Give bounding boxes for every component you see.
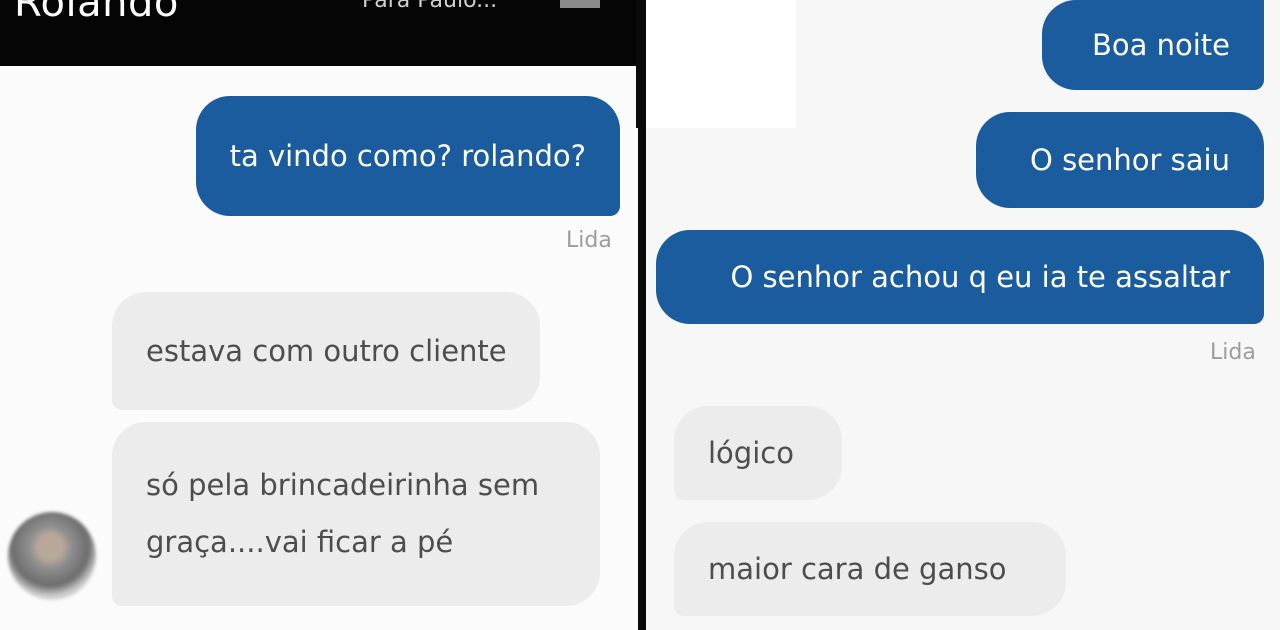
read-receipt-label: Lida (1210, 340, 1256, 365)
incoming-message-bubble[interactable]: lógico (674, 406, 842, 500)
outgoing-message-bubble[interactable]: O senhor achou q eu ia te assaltar (656, 230, 1264, 324)
outgoing-message-bubble[interactable]: O senhor saiu (976, 112, 1264, 208)
message-text: lógico (708, 435, 794, 470)
message-text: O senhor saiu (1030, 142, 1230, 177)
message-text-line: só pela brincadeirinha sem (146, 468, 540, 503)
cropped-area (646, 0, 796, 128)
left-chat-panel: Rolando Para Paulo... ta vindo como? rol… (0, 0, 640, 630)
contact-name[interactable]: Rolando (14, 0, 179, 26)
chat-header: Rolando Para Paulo... (0, 0, 640, 66)
read-receipt-label: Lida (566, 228, 612, 253)
incoming-message-bubble[interactable]: estava com outro cliente (112, 292, 540, 410)
message-text: maior cara de ganso (708, 551, 1007, 586)
header-subtitle: Para Paulo... (362, 0, 498, 13)
panel-divider (638, 60, 646, 630)
message-text: ta vindo como? rolando? (229, 138, 586, 173)
header-blurred-element (560, 0, 600, 8)
message-text: O senhor achou q eu ia te assaltar (730, 259, 1231, 294)
message-text: estava com outro cliente (146, 333, 507, 368)
outgoing-message-bubble[interactable]: ta vindo como? rolando? (196, 96, 620, 216)
message-text-line: graça....vai ficar a pé (146, 525, 454, 559)
incoming-message-bubble[interactable]: maior cara de ganso (674, 522, 1066, 616)
contact-avatar[interactable] (8, 512, 96, 600)
message-text: Boa noite (1091, 27, 1230, 62)
incoming-message-bubble[interactable]: só pela brincadeirinha sem graça....vai … (112, 422, 600, 606)
outgoing-message-bubble[interactable]: Boa noite (1042, 0, 1264, 90)
